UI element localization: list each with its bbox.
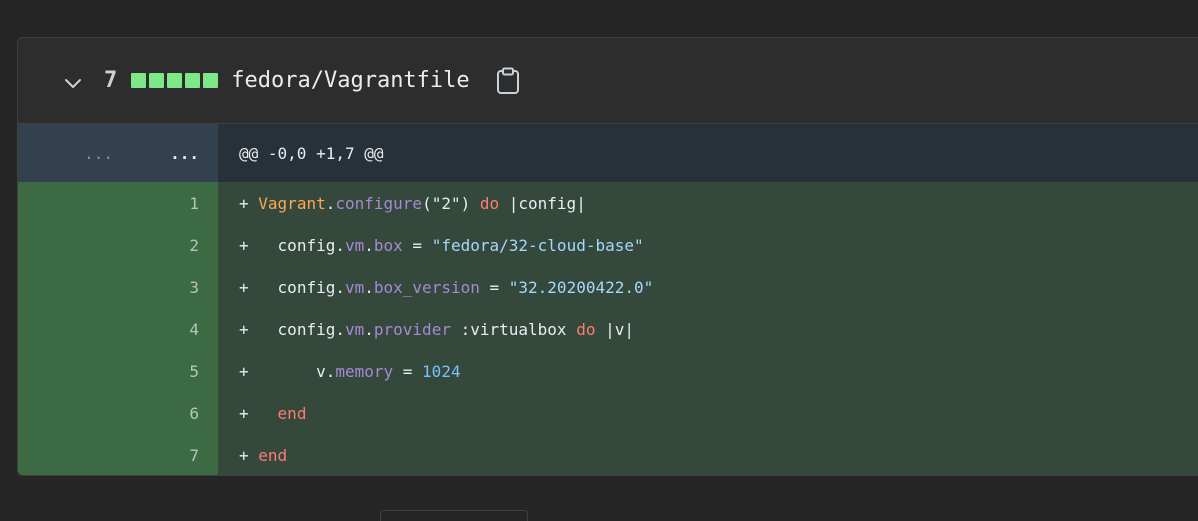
old-line-number[interactable] [18, 224, 123, 266]
code-token: box [373, 235, 403, 255]
code-token: . [364, 235, 374, 255]
code-line: + config. vm. box_version = "32.20200422.0… [218, 266, 1198, 308]
code-token: "fedora/32-cloud-base" [431, 235, 644, 255]
code-token: |config| [499, 193, 586, 213]
code-token: v. [316, 361, 336, 381]
diffstat-added-block [149, 73, 165, 88]
code-token: :virtualbox [450, 319, 577, 339]
diff-line-row: 3 + config. vm. box_version = "32.20200422.… [18, 266, 1198, 308]
diff-file-card: 7 fedora/Vagrantfile ... ... @@ -0,0 +1,… [17, 37, 1198, 476]
diff-line-row: 2 + config. vm. box = "fedora/32-cloud-base… [18, 224, 1198, 266]
diffstat-added-block [203, 73, 219, 88]
hunk-expand-left[interactable]: ... [18, 124, 123, 182]
code-token: config. [277, 235, 345, 255]
code-line: + config. vm. box = "fedora/32-cloud-base" [218, 224, 1198, 266]
old-line-number[interactable] [18, 434, 123, 475]
code-token: "32.20200422.0" [508, 277, 654, 297]
new-line-number[interactable]: 1 [123, 182, 218, 224]
added-marker: + [239, 193, 249, 213]
new-line-number[interactable]: 7 [123, 434, 218, 475]
new-line-number[interactable]: 2 [123, 224, 218, 266]
old-line-number[interactable] [18, 392, 123, 434]
code-token: config. [277, 277, 345, 297]
code-token: memory [335, 361, 394, 381]
file-name[interactable]: fedora/Vagrantfile [231, 68, 469, 93]
old-line-number[interactable] [18, 182, 123, 224]
code-token: do [576, 319, 596, 339]
diff-line-row: 1 + Vagrant. configure ("2") do |config| [18, 182, 1198, 224]
added-marker: + [239, 445, 249, 465]
code-token: vm [344, 319, 365, 339]
added-marker: + [239, 403, 249, 423]
old-line-number[interactable] [18, 350, 123, 392]
change-count: 7 [104, 68, 118, 93]
hunk-header-row: ... ... @@ -0,0 +1,7 @@ [18, 124, 1198, 182]
hunk-expand-right[interactable]: ... [123, 124, 218, 182]
new-line-number[interactable]: 4 [123, 308, 218, 350]
diffstat-added-block [131, 73, 147, 88]
chevron-down-icon[interactable] [62, 72, 84, 94]
code-token: config. [277, 319, 345, 339]
added-marker: + [239, 277, 249, 297]
diff-line-row: 7 + end [18, 434, 1198, 475]
diff-body: ... ... @@ -0,0 +1,7 @@ 1 + Vagrant. confi… [18, 124, 1198, 475]
code-token: . [364, 319, 374, 339]
code-token: box_version [373, 277, 480, 297]
code-token: configure [335, 193, 423, 213]
code-token: do [479, 193, 500, 213]
added-marker: + [239, 319, 249, 339]
code-token: = [393, 361, 423, 381]
code-token: = [402, 235, 432, 255]
file-header: 7 fedora/Vagrantfile [18, 38, 1198, 124]
new-line-number[interactable]: 6 [123, 392, 218, 434]
new-line-number[interactable]: 3 [123, 266, 218, 308]
code-token: vm [344, 235, 365, 255]
diffstat [131, 73, 219, 88]
code-token: ("2") [422, 193, 480, 213]
new-line-number[interactable]: 5 [123, 350, 218, 392]
diffstat-added-block [185, 73, 201, 88]
code-token: provider [373, 319, 451, 339]
code-line: + end [218, 392, 1198, 434]
code-token: = [479, 277, 509, 297]
diff-line-row: 6 + end [18, 392, 1198, 434]
code-token: end [258, 445, 288, 465]
code-token: vm [344, 277, 365, 297]
old-line-number[interactable] [18, 308, 123, 350]
code-token: . [364, 277, 374, 297]
clipboard-copy-icon[interactable] [494, 67, 522, 95]
code-token: end [277, 403, 307, 423]
code-line: + v. memory = 1024 [218, 350, 1198, 392]
added-marker: + [239, 361, 249, 381]
diffstat-added-block [167, 73, 183, 88]
code-token: 1024 [422, 361, 461, 381]
code-line: + Vagrant. configure ("2") do |config| [218, 182, 1198, 224]
code-token: Vagrant [258, 193, 326, 213]
hunk-header: @@ -0,0 +1,7 @@ [218, 124, 1198, 182]
added-marker: + [239, 235, 249, 255]
diff-line-row: 4 + config. vm. provider :virtualbox do |v| [18, 308, 1198, 350]
old-line-number[interactable] [18, 266, 123, 308]
code-token: |v| [595, 319, 634, 339]
code-line: + config. vm. provider :virtualbox do |v| [218, 308, 1198, 350]
code-line: + end [218, 434, 1198, 475]
code-token: . [325, 193, 336, 213]
diff-line-row: 5 + v. memory = 1024 [18, 350, 1198, 392]
